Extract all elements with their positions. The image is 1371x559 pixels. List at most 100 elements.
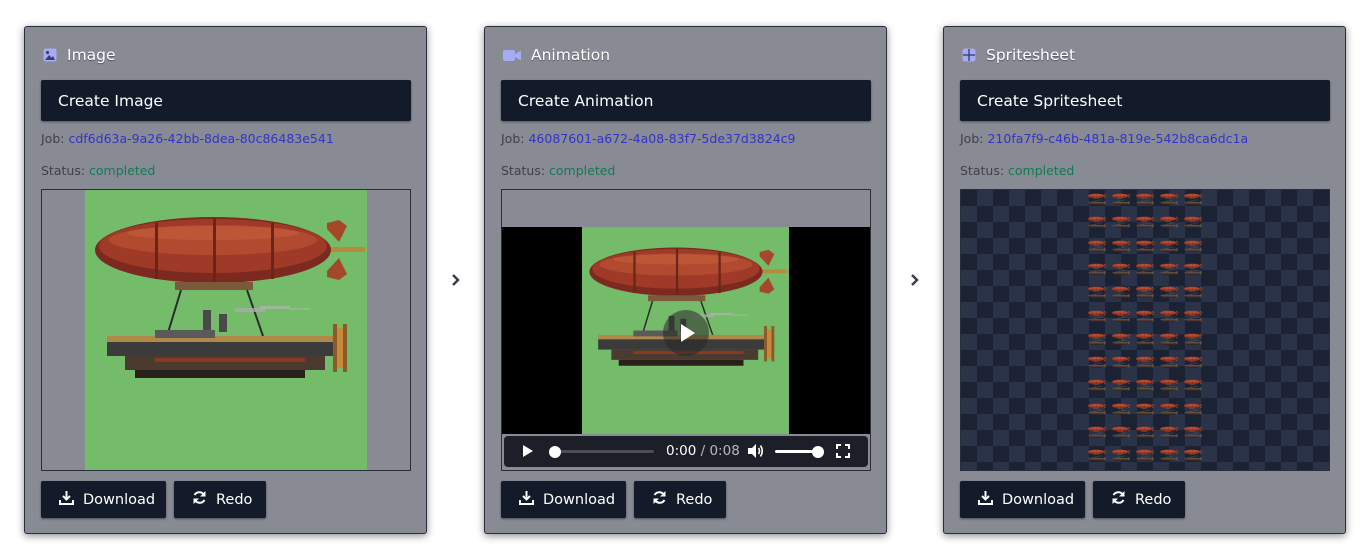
sprite-frame	[1159, 240, 1179, 252]
sprite-frame	[1111, 356, 1131, 369]
sprite-frame	[1111, 193, 1131, 205]
sprite-frame	[1135, 263, 1155, 275]
play-icon	[681, 324, 695, 342]
sprite-frame	[1087, 263, 1107, 275]
spritesheet-preview	[960, 189, 1330, 471]
redo-icon	[192, 490, 207, 509]
status-badge: completed	[549, 163, 616, 178]
sprite-frame	[1183, 310, 1203, 322]
video-controls: 0:00 / 0:08	[504, 436, 868, 467]
create-image-button[interactable]: Create Image	[41, 80, 411, 121]
video-player[interactable]: 0:00 / 0:08	[501, 189, 871, 471]
job-line: Job: cdf6d63a-9a26-42bb-8dea-80c86483e54…	[41, 131, 334, 146]
sprite-frame	[1183, 403, 1203, 415]
status-line: Status: completed	[41, 163, 156, 178]
sprite-frame	[1159, 449, 1179, 462]
sprite-frame	[1135, 379, 1155, 392]
sprite-frame	[1183, 449, 1203, 462]
sprite-frame	[1087, 286, 1107, 299]
sprite-frame	[1135, 216, 1155, 229]
create-spritesheet-button[interactable]: Create Spritesheet	[960, 80, 1330, 121]
fullscreen-button[interactable]	[836, 444, 850, 462]
sprite-frame	[1111, 379, 1131, 392]
download-icon	[978, 490, 993, 509]
play-overlay-button[interactable]	[663, 310, 709, 356]
sprite-frame	[1183, 263, 1203, 275]
sprite-frame	[1183, 379, 1203, 392]
play-icon	[523, 445, 533, 457]
sprite-frame	[1159, 403, 1179, 415]
sprite-frame	[1111, 449, 1131, 462]
sprite-frame	[1111, 426, 1131, 438]
download-icon	[59, 490, 74, 509]
sprite-frame	[1111, 286, 1131, 299]
sprite-frame	[1111, 240, 1131, 252]
volume-button[interactable]	[747, 443, 765, 463]
create-animation-button[interactable]: Create Animation	[501, 80, 871, 121]
download-button[interactable]: Download	[960, 481, 1085, 518]
sprite-frame	[1159, 310, 1179, 322]
video-frame[interactable]	[502, 227, 870, 434]
airship-image	[85, 190, 367, 470]
sprite-frame	[1159, 216, 1179, 229]
airship-illustration	[94, 216, 366, 379]
seek-handle[interactable]	[549, 445, 561, 458]
time-display: 0:00 / 0:08	[666, 443, 740, 459]
sprite-frame	[1087, 403, 1107, 415]
redo-button[interactable]: Redo	[174, 481, 266, 518]
card-title: Spritesheet	[962, 45, 1075, 65]
fullscreen-icon	[836, 444, 850, 458]
volume-handle[interactable]	[812, 445, 824, 458]
redo-button[interactable]: Redo	[634, 481, 726, 518]
sprite-frame	[1087, 356, 1107, 369]
redo-button[interactable]: Redo	[1093, 481, 1185, 518]
sprite-frame	[1111, 403, 1131, 415]
status-line: Status: completed	[960, 163, 1075, 178]
card-title: Animation	[503, 45, 610, 65]
sprite-grid	[1085, 190, 1205, 470]
sprite-frame	[1087, 216, 1107, 229]
sprite-frame	[1183, 216, 1203, 229]
sprite-frame	[1159, 263, 1179, 275]
sprite-frame	[1183, 286, 1203, 299]
sprite-frame	[1135, 449, 1155, 462]
sprite-frame	[1159, 286, 1179, 299]
volume-slider[interactable]	[775, 445, 824, 458]
image-preview	[41, 189, 411, 471]
chevron-right-icon	[452, 274, 460, 286]
sprite-frame	[1135, 286, 1155, 299]
sprite-frame	[1135, 333, 1155, 345]
redo-icon	[652, 490, 667, 509]
video-camera-icon	[503, 49, 521, 62]
chevron-right-icon	[911, 274, 919, 286]
download-button[interactable]: Download	[501, 481, 626, 518]
seek-track[interactable]	[549, 445, 654, 458]
sprite-frame	[1111, 263, 1131, 275]
sprite-frame	[1183, 193, 1203, 205]
sprite-frame	[1183, 240, 1203, 252]
job-id-link[interactable]: 210fa7f9-c46b-481a-819e-542b8ca6dc1a	[987, 131, 1248, 146]
sprite-frame	[1135, 426, 1155, 438]
sprite-frame	[1159, 193, 1179, 205]
animation-card: Animation Create Animation Job: 46087601…	[484, 26, 887, 534]
status-badge: completed	[1008, 163, 1075, 178]
spritesheet-card: Spritesheet Create Spritesheet Job: 210f…	[943, 26, 1346, 534]
job-id-link[interactable]: 46087601-a672-4a08-83f7-5de37d3824c9	[528, 131, 795, 146]
sprite-frame	[1135, 193, 1155, 205]
card-title: Image	[43, 45, 116, 65]
grid-icon	[962, 48, 976, 62]
sprite-frame	[1135, 310, 1155, 322]
sprite-frame	[1087, 193, 1107, 205]
image-icon	[43, 48, 57, 62]
sprite-frame	[1087, 310, 1107, 322]
play-button[interactable]	[522, 444, 534, 462]
sprite-frame	[1159, 356, 1179, 369]
status-badge: completed	[89, 163, 156, 178]
sprite-frame	[1087, 426, 1107, 438]
download-button[interactable]: Download	[41, 481, 166, 518]
sprite-frame	[1087, 449, 1107, 462]
sprite-frame	[1135, 356, 1155, 369]
sprite-frame	[1183, 426, 1203, 438]
job-id-link[interactable]: cdf6d63a-9a26-42bb-8dea-80c86483e541	[68, 131, 333, 146]
sprite-frame	[1087, 379, 1107, 392]
